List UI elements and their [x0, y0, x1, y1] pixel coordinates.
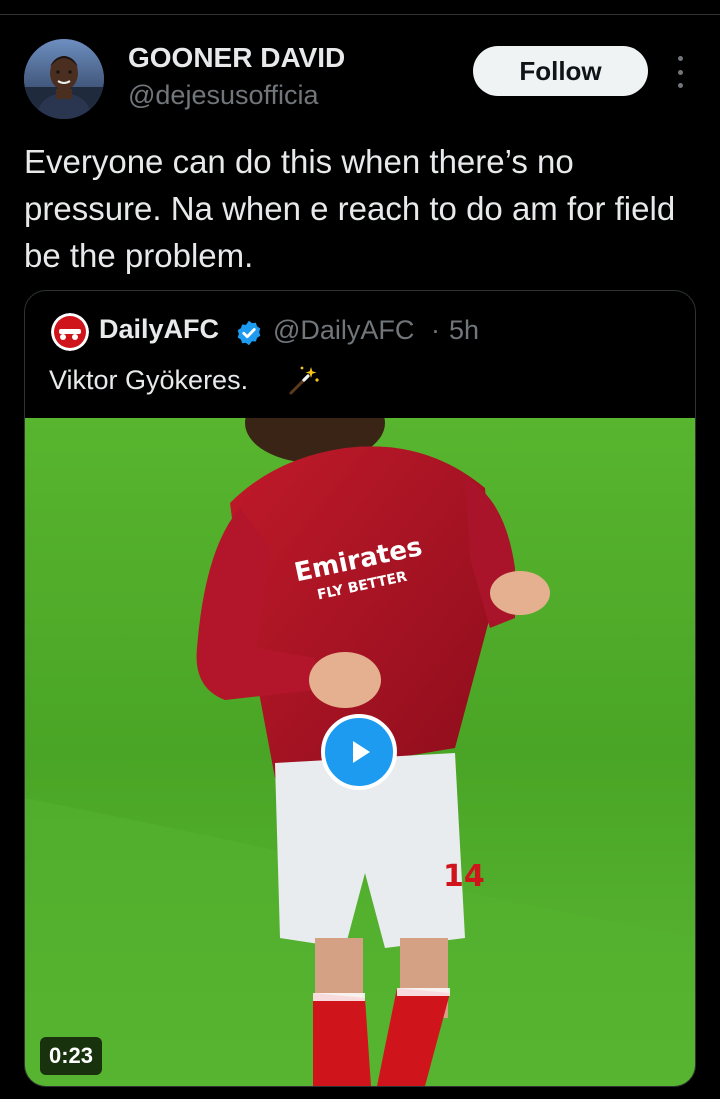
video-duration: 0:23 — [40, 1037, 103, 1075]
follow-button[interactable]: Follow — [473, 46, 648, 96]
play-button[interactable] — [321, 714, 397, 790]
author-name[interactable]: GOONER DAVID — [128, 42, 345, 74]
quoted-author-name[interactable]: DailyAFC — [99, 314, 219, 345]
author-handle[interactable]: @dejesusofficia — [128, 80, 319, 111]
quoted-timestamp[interactable]: 5h — [449, 315, 479, 346]
magic-wand-icon — [287, 363, 321, 397]
verified-badge-icon — [235, 319, 263, 347]
divider — [0, 14, 720, 15]
dot — [677, 56, 683, 61]
author-avatar[interactable] — [24, 39, 104, 119]
dot — [677, 69, 683, 75]
more-vertical-icon[interactable] — [668, 56, 692, 88]
dailyafc-logo[interactable] — [51, 313, 89, 351]
quoted-author-handle[interactable]: @DailyAFC — [273, 315, 414, 346]
play-icon — [353, 741, 370, 763]
quoted-tweet-card[interactable]: DailyAFC @DailyAFC · 5h Viktor Gyökeres. — [24, 290, 696, 1087]
dot — [677, 83, 683, 88]
video-thumbnail[interactable]: Emirates FLY BETTER 14 0:23 — [25, 418, 695, 1086]
tweet-page: GOONER DAVID @dejesusofficia Follow Ever… — [0, 0, 720, 1099]
tweet-text: Everyone can do this when there’s no pre… — [24, 143, 676, 274]
quoted-text: Viktor Gyökeres. — [49, 365, 249, 395]
shorts-number: 14 — [443, 859, 485, 894]
separator: · — [431, 315, 440, 345]
